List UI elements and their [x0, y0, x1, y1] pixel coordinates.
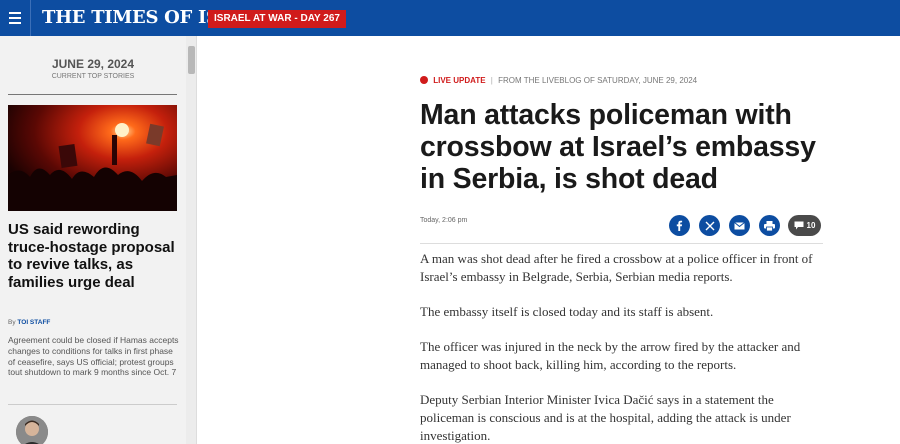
- article-timestamp: Today, 2:06 pm: [420, 217, 468, 224]
- comment-count: 10: [806, 221, 816, 230]
- comment-icon: [794, 221, 804, 230]
- article-headline: Man attacks policeman with crossbow at I…: [420, 99, 816, 195]
- email-icon[interactable]: [729, 215, 750, 236]
- article-paragraph: The officer was injured in the neck by t…: [420, 339, 801, 372]
- menu-icon[interactable]: [0, 0, 30, 36]
- article-paragraph: The embassy itself is closed today and i…: [420, 304, 714, 319]
- article-body: A man was shot dead after he fired a cro…: [420, 250, 825, 444]
- print-icon[interactable]: [759, 215, 780, 236]
- x-icon[interactable]: [699, 215, 720, 236]
- article-paragraph: Deputy Serbian Interior Minister Ivica D…: [420, 392, 791, 443]
- top-stories-sidebar: JUNE 29, 2024 CURRENT TOP STORIES US sai…: [0, 36, 197, 444]
- war-day-badge[interactable]: ISRAEL AT WAR - DAY 267: [208, 10, 346, 28]
- article-divider: [420, 243, 823, 244]
- sidebar-scroll-thumb[interactable]: [188, 46, 195, 74]
- menu-divider: [30, 0, 31, 36]
- share-bar: 10: [669, 215, 821, 236]
- story-summary: Agreement could be closed if Hamas accep…: [8, 335, 179, 378]
- article-paragraph: A man was shot dead after he fired a cro…: [420, 251, 813, 284]
- story-photo[interactable]: [8, 105, 177, 211]
- live-update-row: LIVE UPDATE | FROM THE LIVEBLOG OF SATUR…: [420, 76, 697, 85]
- byline-prefix: By: [8, 319, 16, 326]
- sidebar-date: JUNE 29, 2024: [51, 57, 135, 71]
- sidebar-scrollbar[interactable]: [186, 36, 196, 444]
- live-dot-icon: [420, 76, 428, 84]
- live-divider: |: [490, 76, 493, 85]
- live-update-label[interactable]: LIVE UPDATE: [433, 76, 485, 85]
- top-bar: THE TIMES OF ISRAEL ISRAEL AT WAR - DAY …: [0, 0, 900, 36]
- sidebar-divider-2: [8, 404, 177, 405]
- byline-author[interactable]: TOI STAFF: [17, 319, 50, 326]
- comments-button[interactable]: 10: [788, 215, 821, 236]
- avatar[interactable]: [16, 416, 48, 444]
- facebook-icon[interactable]: [669, 215, 690, 236]
- sidebar-subtitle: CURRENT TOP STORIES: [51, 73, 135, 80]
- story-headline[interactable]: US said rewording truce-hostage proposal…: [8, 221, 180, 291]
- story-byline: By TOI STAFF: [8, 319, 50, 326]
- liveblog-source[interactable]: FROM THE LIVEBLOG OF SATURDAY, JUNE 29, …: [498, 76, 697, 85]
- sidebar-divider: [8, 94, 177, 95]
